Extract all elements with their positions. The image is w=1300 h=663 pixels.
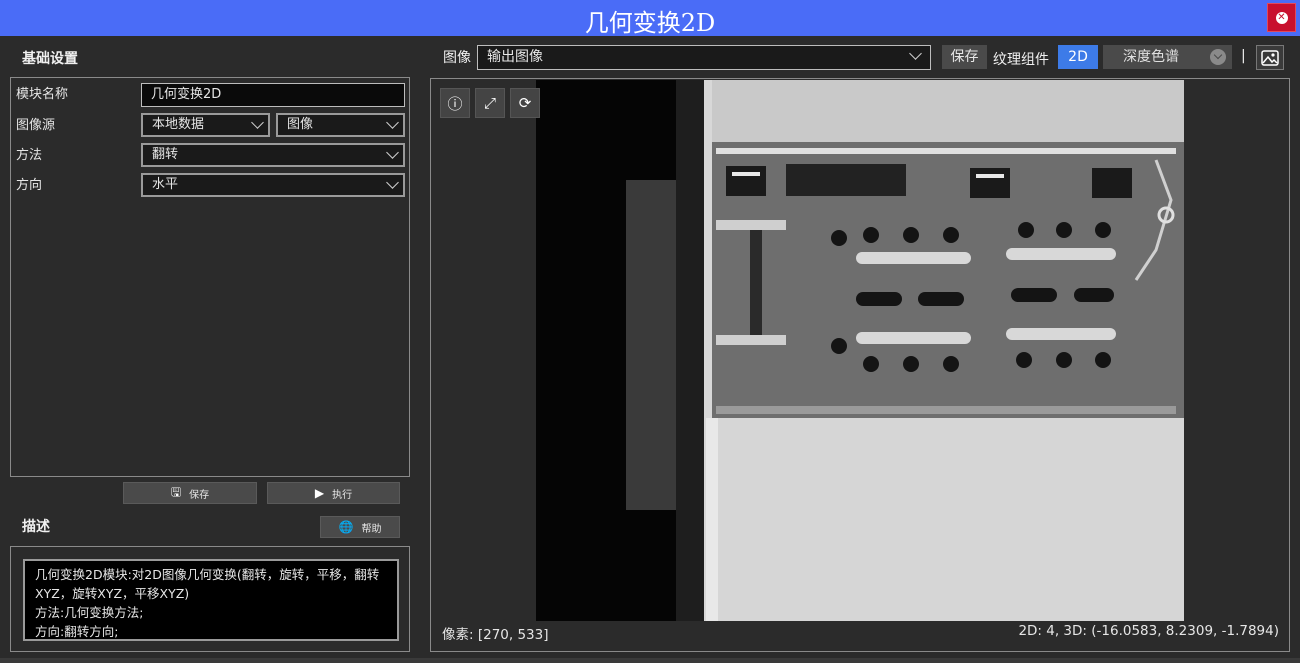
fit-view-button[interactable]: ⤢ [475, 88, 505, 118]
refresh-icon: ⟳ [518, 94, 532, 112]
module-name-label: 模块名称 [16, 87, 69, 102]
texture-label: 纹理组件 [993, 52, 1049, 68]
info-icon: ⓘ [447, 94, 463, 113]
image-view-button[interactable] [1256, 45, 1284, 70]
direction-value: 水平 [152, 177, 179, 192]
image-source-sub-value: 图像 [287, 117, 314, 132]
description-text: 几何变换2D模块:对2D图像几何变换(翻转，旋转，平移，翻转 XYZ，旋转XYZ… [23, 559, 399, 641]
title-bar: 几何变换2D ✕ [0, 0, 1300, 37]
description-line: 方法:几何变换方法; [35, 605, 144, 620]
depth-colormap-select[interactable]: 深度色谱 [1103, 45, 1232, 69]
run-button-label: 执行 [332, 489, 353, 501]
basic-settings-title: 基础设置 [22, 51, 78, 67]
settings-panel: 模块名称 几何变换2D 图像源 本地数据 图像 方法 翻转 方向 水平 [10, 77, 410, 477]
chevron-down-icon [386, 146, 399, 159]
save-icon: 🖫 [170, 484, 182, 499]
chevron-down-icon [386, 176, 399, 189]
chevron-down-icon [1210, 49, 1226, 65]
method-value: 翻转 [152, 147, 179, 162]
help-button[interactable]: 🌐 帮助 [320, 516, 400, 538]
bottom-strip [0, 658, 1300, 663]
description-line: XYZ，旋转XYZ，平移XYZ) [35, 586, 190, 601]
description-title: 描述 [22, 519, 50, 535]
image-source-sub-select[interactable]: 图像 [276, 113, 405, 137]
depth-colormap-value: 深度色谱 [1123, 49, 1179, 65]
expand-icon: ⤢ [483, 94, 496, 112]
pixel-status: 像素: [270, 533] [442, 627, 549, 643]
window-title: 几何变换2D [584, 9, 716, 37]
description-line: 几何变换2D模块:对2D图像几何变换(翻转，旋转，平移，翻转 [35, 567, 380, 582]
description-panel: 几何变换2D模块:对2D图像几何变换(翻转，旋转，平移，翻转 XYZ，旋转XYZ… [10, 546, 410, 652]
method-label: 方法 [16, 148, 43, 163]
direction-label: 方向 [16, 178, 43, 193]
info-button[interactable]: ⓘ [440, 88, 470, 118]
globe-icon: 🌐 [338, 520, 354, 534]
image-icon [1261, 50, 1279, 66]
output-image[interactable] [536, 80, 1184, 621]
image-select-value: 输出图像 [487, 49, 543, 65]
save-image-button[interactable]: 保存 [942, 45, 987, 69]
image-source-select[interactable]: 本地数据 [141, 113, 270, 137]
run-button[interactable]: ▶ 执行 [267, 482, 400, 504]
image-label: 图像 [443, 50, 471, 66]
toolbar-separator: | [1241, 48, 1246, 64]
save-button-label: 保存 [189, 489, 210, 501]
image-source-value: 本地数据 [152, 117, 205, 132]
chevron-down-icon [251, 116, 264, 129]
save-button[interactable]: 🖫 保存 [123, 482, 257, 504]
module-name-input[interactable]: 几何变换2D [141, 83, 405, 107]
direction-select[interactable]: 水平 [141, 173, 405, 197]
image-source-label: 图像源 [16, 118, 56, 133]
refresh-button[interactable]: ⟳ [510, 88, 540, 118]
mode-2d-button[interactable]: 2D [1058, 45, 1098, 69]
description-line: 方向:翻转方向; [35, 624, 119, 639]
chevron-down-icon [386, 116, 399, 129]
play-icon: ▶ [314, 486, 325, 500]
output-image-render [536, 80, 1184, 621]
close-button[interactable]: ✕ [1267, 3, 1296, 32]
close-icon: ✕ [1275, 11, 1288, 24]
coordinate-status: 2D: 4, 3D: (-16.0583, 8.2309, -1.7894) [1018, 623, 1279, 639]
help-button-label: 帮助 [361, 523, 382, 535]
method-select[interactable]: 翻转 [141, 143, 405, 167]
image-viewer: ⓘ ⤢ ⟳ 像素: [270, 533] 2D: 4, 3D: (-16.058… [430, 78, 1290, 652]
chevron-down-icon [909, 47, 922, 60]
image-select[interactable]: 输出图像 [477, 45, 931, 70]
